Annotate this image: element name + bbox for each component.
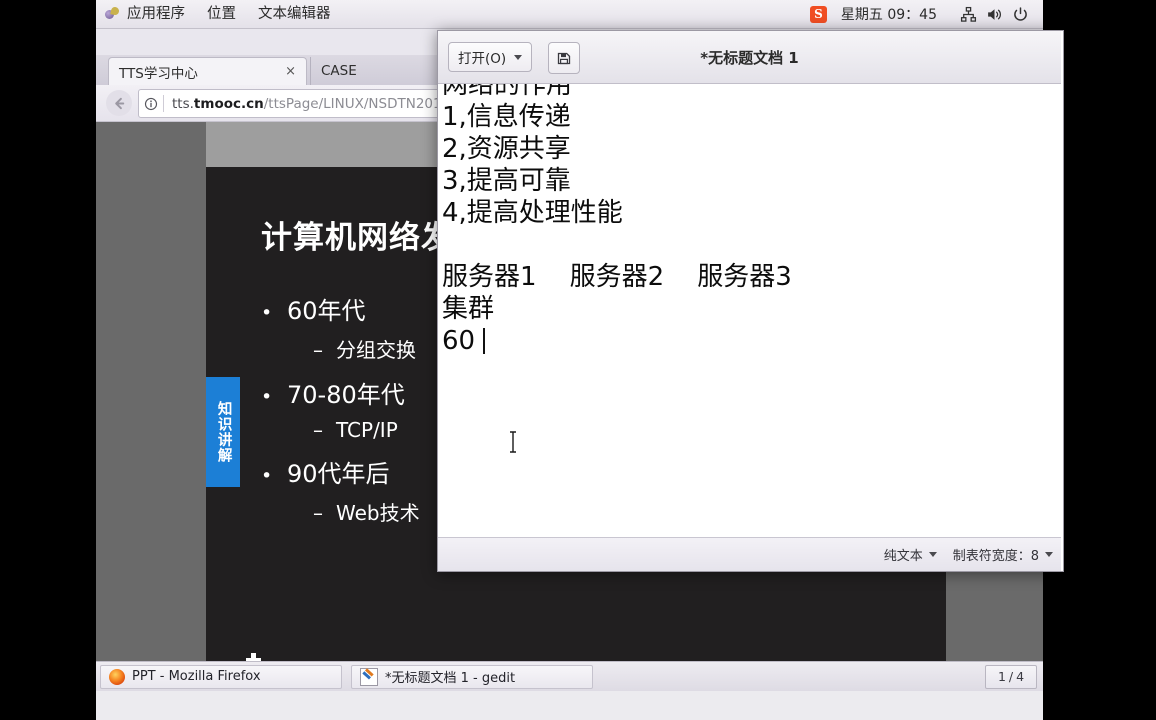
open-button[interactable]: 打开(O) — [448, 42, 533, 72]
slide-bullet-text: TCP/IP — [336, 418, 398, 442]
page-left-gutter — [96, 122, 206, 667]
network-icon[interactable] — [957, 3, 979, 25]
places-menu[interactable]: 位置 — [196, 0, 247, 28]
gedit-line: 3,提高可靠 — [442, 166, 571, 196]
bullet-dash-icon: – — [313, 418, 323, 442]
close-icon[interactable]: × — [285, 65, 296, 78]
applications-menu-label: 应用程序 — [127, 6, 185, 22]
workspace-separator: / — [1008, 669, 1014, 684]
gedit-line: 2,资源共享 — [442, 134, 571, 164]
chevron-down-icon — [1045, 552, 1053, 557]
firefox-tab-label: CASE — [321, 63, 357, 79]
workspace-current: 1 — [997, 669, 1006, 684]
slide-bullet-text: Web技术 — [336, 501, 420, 525]
gedit-text-area[interactable]: 网络的作用 1,信息传递 2,资源共享 3,提高可靠 4,提高处理性能 服务器1 服务器… — [438, 83, 1061, 535]
gnome-top-panel: 应用程序 位置 文本编辑器 S 星期五 09：45 — [96, 0, 1043, 29]
mouse-ibeam-cursor — [508, 431, 518, 453]
tab-width-selector[interactable]: 制表符宽度：8 — [953, 545, 1053, 564]
bullet-dash-icon: – — [313, 338, 323, 362]
slide-bullet-text: 分组交换 — [336, 338, 416, 362]
taskbar-item-label: *无标题文档 1 - gedit — [385, 671, 516, 686]
text-editor-menu[interactable]: 文本编辑器 — [247, 0, 342, 28]
gedit-window: 网络的作用 1,信息传递 2,资源共享 3,提高可靠 4,提高处理性能 服务器1 服务器… — [437, 30, 1064, 572]
chevron-down-icon — [514, 54, 523, 60]
taskbar-item-label: PPT - Mozilla Firefox — [132, 669, 261, 684]
top-panel-status-area: S 星期五 09：45 — [809, 3, 1043, 25]
firefox-tab-label: TTS学习中心 — [119, 65, 198, 82]
text-cursor — [483, 328, 486, 354]
taskbar-item-firefox[interactable]: PPT - Mozilla Firefox — [100, 664, 342, 689]
url-prefix: tts. — [172, 95, 194, 112]
workspace-switcher[interactable]: 1 / 4 — [985, 664, 1037, 689]
bullet-dot-icon: • — [261, 302, 273, 324]
taskbar-item-gedit[interactable]: *无标题文档 1 - gedit — [351, 664, 593, 689]
gedit-document-text: 网络的作用 1,信息传递 2,资源共享 3,提高可靠 4,提高处理性能 服务器1 服务器… — [442, 83, 1057, 357]
firefox-tab-tts[interactable]: TTS学习中心 × — [108, 57, 307, 85]
bullet-dash-icon: – — [313, 501, 323, 525]
language-selector[interactable]: 纯文本 — [884, 545, 937, 564]
save-button[interactable] — [548, 42, 580, 74]
gedit-line: 4,提高处理性能 — [442, 198, 623, 228]
chevron-down-icon — [928, 552, 937, 557]
taskbar: PPT - Mozilla Firefox *无标题文档 1 - gedit 1… — [96, 661, 1043, 691]
gedit-line: 60 — [442, 326, 486, 356]
power-icon[interactable] — [1009, 3, 1031, 25]
clock[interactable]: 星期五 09：45 — [841, 4, 937, 24]
tab-width-label: 制表符宽度：8 — [952, 549, 1039, 564]
applications-menu[interactable]: 应用程序 — [96, 0, 196, 28]
screen-root: TTS学习中心 × CASE tts.tmooc.cn/ttsPage/LINU… — [0, 0, 1156, 720]
slide-side-tab: 知识讲解 — [206, 377, 240, 487]
gedit-line: 网络的作用 — [442, 83, 573, 100]
bullet-dot-icon: • — [261, 465, 273, 487]
slide-title: 计算机网络发 — [261, 220, 453, 256]
slide-bullet-text: 90代年后 — [287, 460, 390, 488]
foot-logo-icon — [105, 7, 119, 21]
url-separator — [163, 95, 164, 112]
url-domain: tmooc.cn — [193, 95, 264, 112]
slide-bullet-text: 60年代 — [287, 297, 366, 325]
volume-icon[interactable] — [983, 3, 1005, 25]
gedit-line: 1,信息传递 — [442, 102, 571, 132]
workspace-total: 4 — [1016, 669, 1025, 684]
url-text: tts.tmooc.cn/ttsPage/LINUX/NSDTN201904/N — [172, 96, 482, 112]
gedit-status-bar: 纯文本 制表符宽度：8 — [438, 537, 1061, 571]
open-button-label: 打开(O) — [458, 51, 507, 67]
save-icon — [557, 52, 571, 65]
gedit-line: 服务器1 服务器2 服务器3 — [442, 262, 792, 292]
firefox-tab-case[interactable]: CASE — [310, 57, 428, 85]
gedit-line — [442, 229, 1057, 261]
firefox-icon — [109, 668, 125, 685]
slide-bullet-text: 70-80年代 — [287, 381, 405, 409]
info-icon[interactable] — [139, 97, 163, 111]
sogou-tray-icon[interactable]: S — [809, 5, 827, 23]
back-arrow-icon[interactable] — [106, 90, 132, 116]
gedit-line: 集群 — [442, 294, 495, 324]
bullet-dot-icon: • — [261, 386, 273, 408]
gedit-icon — [360, 667, 378, 686]
language-label: 纯文本 — [883, 549, 923, 564]
